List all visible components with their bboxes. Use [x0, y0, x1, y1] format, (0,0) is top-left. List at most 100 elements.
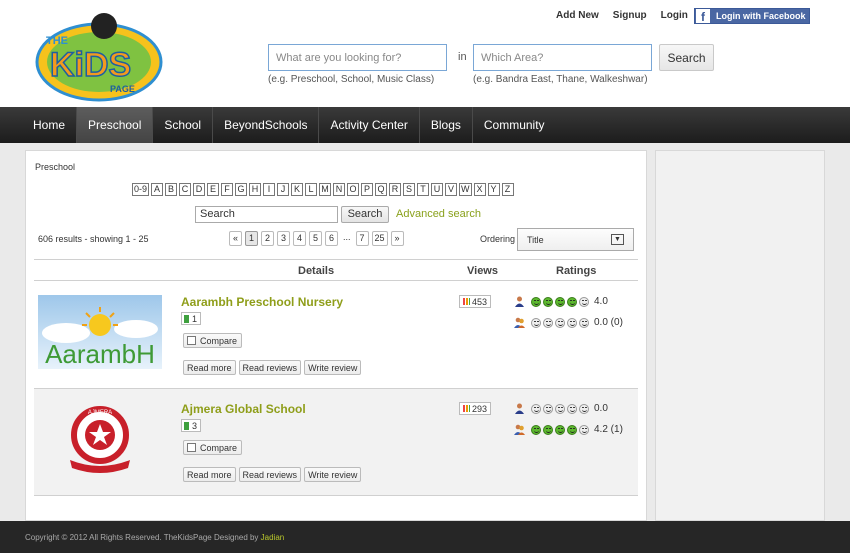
alpha-q[interactable]: Q: [375, 183, 388, 196]
column-ratings: Ratings: [556, 265, 597, 277]
smiley-icon: [531, 317, 541, 328]
designer-link[interactable]: Jadian: [261, 533, 285, 542]
smiley-icon: [543, 296, 553, 307]
compare-label: Compare: [200, 335, 238, 346]
alpha-v[interactable]: V: [445, 183, 458, 196]
users-icon: [514, 424, 525, 435]
read-more-button[interactable]: Read more: [183, 360, 236, 375]
editor-icon: [515, 403, 524, 414]
facebook-login-button[interactable]: f Login with Facebook: [694, 8, 810, 24]
listing-title[interactable]: Aarambh Preschool Nursery: [181, 295, 343, 309]
bookmark-icon: [184, 421, 189, 430]
alpha-u[interactable]: U: [431, 183, 444, 196]
alpha-t[interactable]: T: [417, 183, 430, 196]
page-next[interactable]: »: [390, 231, 404, 246]
nav-school[interactable]: School: [153, 107, 214, 143]
alpha-m[interactable]: M: [319, 183, 332, 196]
write-review-button[interactable]: Write review: [304, 360, 362, 375]
nav-home[interactable]: Home: [22, 107, 78, 143]
alpha-e[interactable]: E: [207, 183, 220, 196]
svg-text:AJMERA: AJMERA: [88, 410, 112, 416]
alpha-r[interactable]: R: [389, 183, 402, 196]
login-link[interactable]: Login: [661, 10, 688, 21]
facebook-icon: f: [696, 9, 710, 23]
nav-activity-center[interactable]: Activity Center: [319, 107, 420, 143]
smiley-icon: [555, 317, 565, 328]
nav-community[interactable]: Community: [473, 107, 556, 143]
nav-beyondschools[interactable]: BeyondSchools: [213, 107, 320, 143]
site-logo[interactable]: THE KiDS PAGE: [32, 10, 167, 102]
alpha-0-9[interactable]: 0-9: [132, 183, 150, 196]
pagination: « 1 2 3 4 5 6 ... 7 25 »: [229, 231, 407, 246]
alpha-s[interactable]: S: [403, 183, 416, 196]
listing-search-button[interactable]: Search: [341, 206, 389, 223]
signup-link[interactable]: Signup: [613, 10, 647, 21]
alpha-d[interactable]: D: [193, 183, 206, 196]
what-search-input[interactable]: What are you looking for?: [268, 44, 447, 71]
alpha-h[interactable]: H: [249, 183, 262, 196]
where-search-input[interactable]: Which Area?: [473, 44, 652, 71]
nav-preschool[interactable]: Preschool: [77, 107, 154, 143]
read-reviews-button[interactable]: Read reviews: [238, 467, 302, 482]
listing-row: AJMERA Ajmera Global School 3 Compare Re…: [34, 389, 638, 496]
smiley-icon: [579, 424, 589, 435]
alpha-y[interactable]: Y: [487, 183, 500, 196]
alpha-l[interactable]: L: [305, 183, 318, 196]
add-new-link[interactable]: Add New: [556, 10, 599, 21]
copyright-text: Copyright © 2012 All Rights Reserved. Th…: [25, 533, 261, 542]
alpha-c[interactable]: C: [179, 183, 192, 196]
page-prev[interactable]: «: [229, 231, 242, 246]
bookmark-count: 3: [192, 420, 198, 431]
listing-search-input[interactable]: Search: [195, 206, 338, 223]
page-2[interactable]: 2: [261, 231, 274, 246]
views-count: 453: [472, 296, 488, 307]
smiley-icon: [579, 403, 589, 414]
advanced-search-link[interactable]: Advanced search: [396, 208, 481, 220]
what-hint: (e.g. Preschool, School, Music Class): [268, 74, 435, 85]
compare-checkbox[interactable]: [187, 443, 196, 452]
alpha-w[interactable]: W: [459, 183, 472, 196]
alpha-o[interactable]: O: [347, 183, 360, 196]
breadcrumb: Preschool: [35, 162, 76, 172]
alpha-x[interactable]: X: [473, 183, 486, 196]
alpha-f[interactable]: F: [221, 183, 234, 196]
compare-toggle[interactable]: Compare: [183, 440, 243, 455]
alpha-p[interactable]: P: [361, 183, 374, 196]
alpha-b[interactable]: B: [165, 183, 178, 196]
alpha-z[interactable]: Z: [501, 183, 514, 196]
page-1[interactable]: 1: [245, 231, 258, 246]
alpha-g[interactable]: G: [235, 183, 248, 196]
read-reviews-button[interactable]: Read reviews: [238, 360, 302, 375]
page-3[interactable]: 3: [277, 231, 290, 246]
ordering-value: Title: [527, 234, 544, 245]
aarambh-logo-image[interactable]: AarambH: [38, 295, 162, 369]
alpha-i[interactable]: I: [263, 183, 276, 196]
alpha-k[interactable]: K: [291, 183, 304, 196]
smiley-icon: [567, 403, 577, 414]
compare-checkbox[interactable]: [187, 336, 196, 345]
ordering-select[interactable]: Title ▼: [517, 228, 634, 251]
page-4[interactable]: 4: [293, 231, 306, 246]
bookmark-badge[interactable]: 1: [181, 312, 202, 325]
page-6[interactable]: 6: [325, 231, 338, 246]
table-header: Details Views Ratings: [34, 259, 638, 281]
nav-blogs[interactable]: Blogs: [420, 107, 473, 143]
page-7[interactable]: 7: [355, 231, 369, 246]
write-review-button[interactable]: Write review: [304, 467, 362, 482]
header-search-button[interactable]: Search: [659, 44, 714, 71]
read-more-button[interactable]: Read more: [183, 467, 236, 482]
alpha-n[interactable]: N: [333, 183, 346, 196]
alpha-a[interactable]: A: [151, 183, 164, 196]
compare-label: Compare: [200, 442, 238, 453]
smiley-icon: [555, 296, 565, 307]
bookmark-badge[interactable]: 3: [181, 419, 202, 432]
page-5[interactable]: 5: [309, 231, 322, 246]
alpha-j[interactable]: J: [277, 183, 290, 196]
page-25[interactable]: 25: [371, 231, 388, 246]
page-ellipsis: ...: [341, 231, 353, 246]
compare-toggle[interactable]: Compare: [183, 333, 243, 348]
ajmera-logo-image[interactable]: AJMERA: [38, 402, 162, 476]
smiley-icon: [567, 317, 577, 328]
listing-title[interactable]: Ajmera Global School: [181, 402, 306, 416]
main-nav: Home Preschool School BeyondSchools Acti…: [0, 107, 850, 143]
